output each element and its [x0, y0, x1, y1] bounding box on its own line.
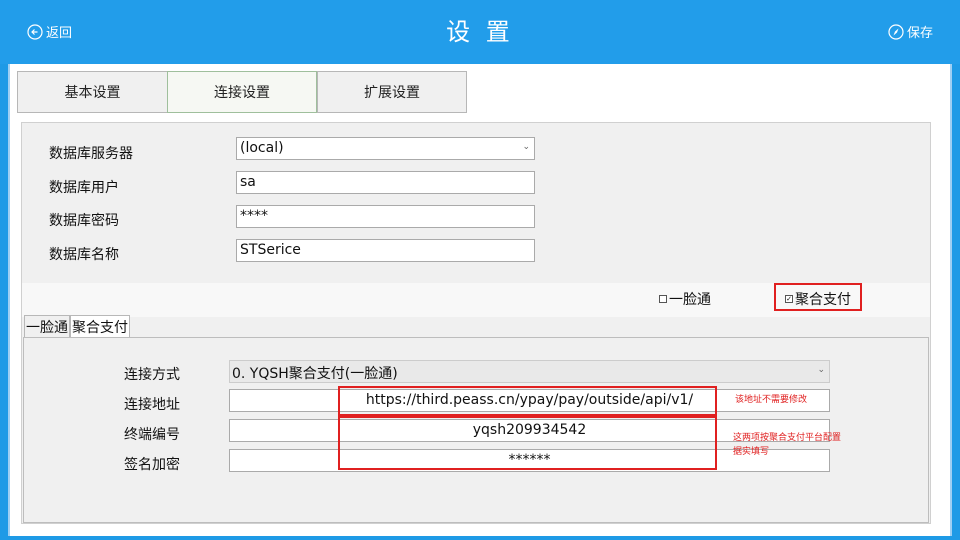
db-user-input[interactable]: sa: [236, 171, 535, 194]
checkbox-yilliantong-label: 一脸通: [669, 292, 711, 308]
subtab-aggregate-pay[interactable]: 聚合支付: [70, 315, 130, 337]
settings-panel: 基本设置 连接设置 扩展设置 数据库服务器 (local) ⌄ 数据库用户 sa…: [8, 64, 952, 536]
chevron-down-icon: ⌄: [817, 365, 825, 375]
db-name-input[interactable]: STSerice: [236, 239, 535, 262]
connect-mode-select[interactable]: 0. YQSH聚合支付(一脸通) ⌄: [229, 360, 830, 383]
chevron-down-icon: ⌄: [522, 142, 530, 152]
url-note: 该地址不需要修改: [735, 395, 808, 405]
page-title: 设 置: [446, 18, 514, 46]
sign-key-label: 签名加密: [124, 457, 180, 473]
save-compass-icon: [888, 23, 904, 40]
db-name-label: 数据库名称: [49, 247, 119, 263]
connect-url-label: 连接地址: [124, 397, 180, 413]
connect-mode-label: 连接方式: [124, 367, 180, 383]
connect-mode-value: 0. YQSH聚合支付(一脸通): [232, 366, 398, 382]
subtab-yilliantong[interactable]: 一脸通: [24, 315, 70, 337]
db-password-input[interactable]: ****: [236, 205, 535, 228]
settings-tabs: 基本设置 连接设置 扩展设置: [17, 71, 467, 113]
db-server-label: 数据库服务器: [49, 146, 133, 162]
terminal-no-label: 终端编号: [124, 427, 180, 443]
checkbox-empty-icon: [659, 295, 667, 303]
title-bar: 返回 设 置 保存: [0, 0, 960, 64]
tab-extension-settings[interactable]: 扩展设置: [317, 71, 467, 113]
config-note-line1: 这两项按聚合支付平台配置: [733, 433, 842, 443]
highlight-box-terminal-sign: [338, 416, 717, 470]
db-password-label: 数据库密码: [49, 213, 119, 229]
db-server-value: (local): [240, 140, 284, 156]
save-button[interactable]: 保存: [888, 22, 933, 41]
payment-subtabs: 一脸通 聚合支付: [24, 315, 130, 337]
highlight-box-aggregate-pay: [774, 283, 862, 311]
tab-connection-settings[interactable]: 连接设置: [167, 71, 317, 113]
checkbox-yilliantong[interactable]: 一脸通: [659, 289, 711, 309]
db-user-label: 数据库用户: [49, 180, 119, 196]
connection-settings-content: 数据库服务器 (local) ⌄ 数据库用户 sa 数据库密码 **** 数据库…: [21, 122, 931, 524]
highlight-box-url: [338, 386, 717, 416]
db-server-select[interactable]: (local) ⌄: [236, 137, 535, 160]
config-note-line2: 据实填写: [733, 447, 770, 457]
save-label: 保存: [906, 26, 933, 41]
aggregate-pay-panel: 连接方式 0. YQSH聚合支付(一脸通) ⌄ 连接地址 https://thi…: [23, 337, 929, 523]
tab-basic-settings[interactable]: 基本设置: [17, 71, 167, 113]
